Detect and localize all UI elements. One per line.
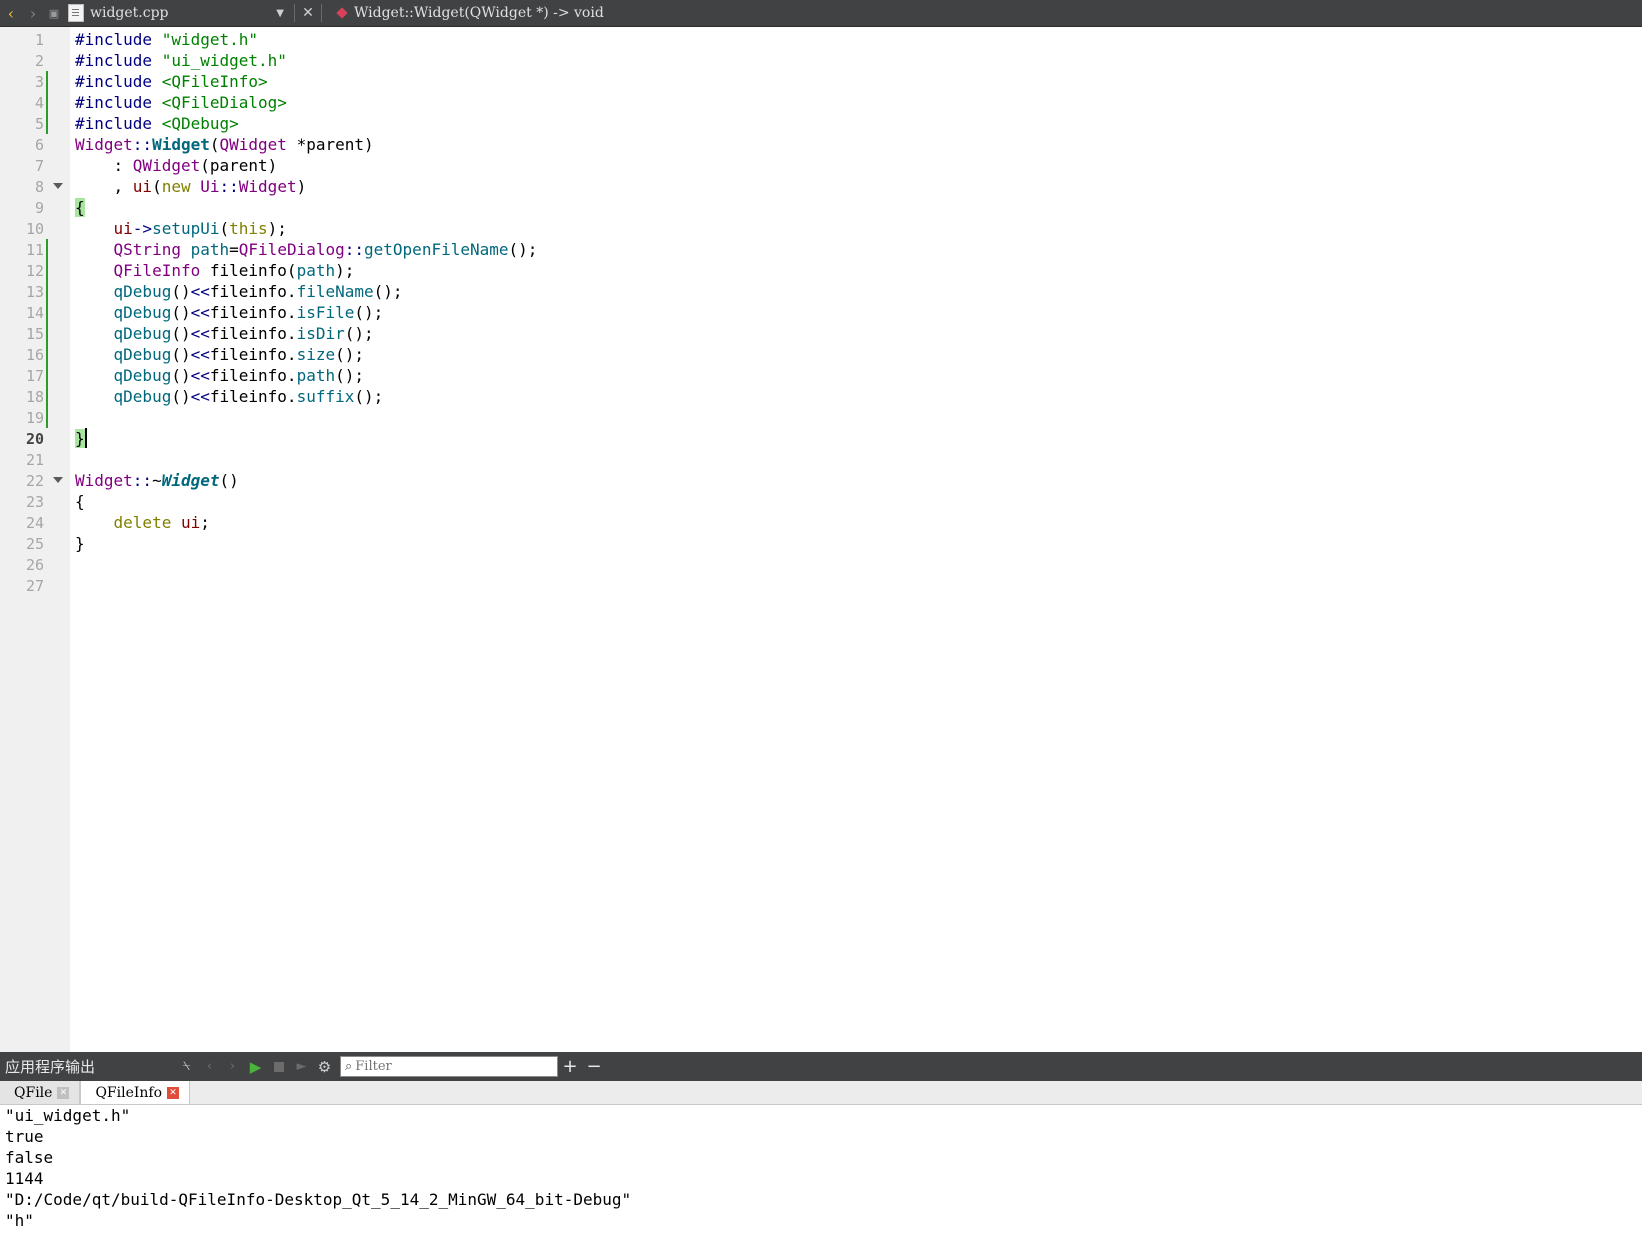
line-number: 9 xyxy=(34,199,44,217)
output-line: "ui_widget.h" xyxy=(5,1106,131,1125)
code-line: { xyxy=(75,198,85,217)
back-arrow-icon[interactable]: ‹ xyxy=(0,0,22,27)
dropdown-caret-icon: ▼ xyxy=(276,7,284,19)
close-tab-icon[interactable]: ✕ xyxy=(57,1086,70,1099)
line-number: 11 xyxy=(25,241,44,259)
clear-output-icon[interactable]: ⍀ xyxy=(175,1052,198,1081)
stop-icon[interactable] xyxy=(267,1052,290,1081)
output-line: "h" xyxy=(5,1211,34,1230)
code-line: , ui(new Ui::Widget) xyxy=(75,177,307,196)
line-number: 18 xyxy=(25,388,44,406)
tab-label: QFile xyxy=(14,1084,53,1101)
line-number: 12 xyxy=(25,262,44,280)
fold-arrow-icon[interactable] xyxy=(53,183,63,189)
zoom-in-button[interactable]: + xyxy=(558,1056,582,1077)
line-number-gutter: 1 2 3 4 5 6 7 8 9 10 11 12 13 14 15 16 1… xyxy=(0,27,70,1052)
code-line: QFileInfo fileinfo(path); xyxy=(113,261,355,280)
code-line: #include <QDebug> xyxy=(75,114,239,133)
line-number: 27 xyxy=(25,577,44,595)
run-icon[interactable]: ▶ xyxy=(244,1052,267,1081)
line-number: 8 xyxy=(34,178,44,196)
output-line: true xyxy=(5,1127,44,1146)
line-number: 2 xyxy=(34,52,44,70)
text-cursor xyxy=(84,428,87,448)
output-pane-toolbar: 应用程序输出 ⍀ ‹ › ▶ ► ⚙ ⌕ + − xyxy=(0,1052,1642,1081)
modified-lines-marker xyxy=(46,239,48,428)
file-icon xyxy=(68,4,84,22)
open-documents-dropdown[interactable]: widget.cpp ▼ xyxy=(90,0,290,27)
gear-icon[interactable]: ⚙ xyxy=(313,1052,336,1081)
output-tabs: QFile ✕ QFileInfo ✕ xyxy=(0,1081,1642,1105)
line-number: 19 xyxy=(25,409,44,427)
current-code-line: } xyxy=(75,428,87,448)
symbol-dropdown[interactable]: Widget::Widget(QWidget *) -> void xyxy=(332,5,604,21)
line-number: 7 xyxy=(34,157,44,175)
output-line: 1144 xyxy=(5,1169,44,1188)
code-line: delete ui; xyxy=(113,513,210,532)
function-signature-label: Widget::Widget(QWidget *) -> void xyxy=(354,5,604,21)
code-line: { xyxy=(75,492,85,511)
output-pane-title: 应用程序输出 xyxy=(5,1058,96,1076)
code-line: #include <QFileInfo> xyxy=(75,72,268,91)
line-number: 1 xyxy=(34,31,44,49)
line-number: 13 xyxy=(25,283,44,301)
line-number: 24 xyxy=(25,514,44,532)
close-tab-icon[interactable]: ✕ xyxy=(167,1086,180,1099)
toolbar-divider xyxy=(321,4,322,22)
code-line: qDebug()<<fileinfo.isFile(); xyxy=(113,303,384,322)
code-editor[interactable]: 1 2 3 4 5 6 7 8 9 10 11 12 13 14 15 16 1… xyxy=(0,27,1642,1052)
file-name-label: widget.cpp xyxy=(90,5,169,21)
line-number: 17 xyxy=(25,367,44,385)
line-number: 21 xyxy=(25,451,44,469)
code-line: qDebug()<<fileinfo.fileName(); xyxy=(113,282,403,301)
line-number: 3 xyxy=(34,73,44,91)
code-line: : QWidget(parent) xyxy=(75,156,278,175)
application-output-text[interactable]: "ui_widget.h" true false 1144 "D:/Code/q… xyxy=(0,1105,1642,1240)
editor-toolbar: ‹ › ▣ widget.cpp ▼ ✕ Widget::Widget(QWid… xyxy=(0,0,1642,27)
line-number: 25 xyxy=(25,535,44,553)
code-line: #include "widget.h" xyxy=(75,30,259,49)
code-line: #include <QFileDialog> xyxy=(75,93,287,112)
code-line: QString path=QFileDialog::getOpenFileNam… xyxy=(113,240,538,259)
line-number: 15 xyxy=(25,325,44,343)
code-line: qDebug()<<fileinfo.path(); xyxy=(113,366,364,385)
line-number: 4 xyxy=(34,94,44,112)
code-line: Widget::~Widget() xyxy=(75,471,239,490)
line-number: 14 xyxy=(25,304,44,322)
zoom-out-button[interactable]: − xyxy=(582,1056,606,1077)
previous-item-icon[interactable]: ‹ xyxy=(198,1052,221,1081)
function-symbol-icon xyxy=(336,7,348,19)
code-line: ui->setupUi(this); xyxy=(113,219,287,238)
next-item-icon[interactable]: › xyxy=(221,1052,244,1081)
filter-field[interactable]: ⌕ xyxy=(340,1056,558,1077)
code-line: qDebug()<<fileinfo.size(); xyxy=(113,345,364,364)
code-line: qDebug()<<fileinfo.suffix(); xyxy=(113,387,384,406)
forward-arrow-icon[interactable]: › xyxy=(22,0,44,27)
line-number: 10 xyxy=(25,220,44,238)
line-number: 5 xyxy=(34,115,44,133)
line-number: 26 xyxy=(25,556,44,574)
attach-debugger-icon[interactable]: ► xyxy=(290,1052,313,1081)
modified-lines-marker xyxy=(46,71,48,134)
line-number: 23 xyxy=(25,493,44,511)
lock-icon[interactable]: ▣ xyxy=(44,0,64,27)
code-line: } xyxy=(75,534,85,553)
line-number: 6 xyxy=(34,136,44,154)
line-number: 22 xyxy=(25,472,44,490)
code-line: qDebug()<<fileinfo.isDir(); xyxy=(113,324,374,343)
output-tab-qfileinfo[interactable]: QFileInfo ✕ xyxy=(80,1081,191,1104)
toolbar-divider xyxy=(294,4,295,22)
output-tab-qfile[interactable]: QFile ✕ xyxy=(0,1081,81,1104)
line-number: 16 xyxy=(25,346,44,364)
output-line: "D:/Code/qt/build-QFileInfo-Desktop_Qt_5… xyxy=(5,1190,632,1209)
code-line: Widget::Widget(QWidget *parent) xyxy=(75,135,374,154)
fold-arrow-icon[interactable] xyxy=(53,477,63,483)
output-line: false xyxy=(5,1148,54,1167)
tab-label: QFileInfo xyxy=(95,1084,163,1101)
search-icon: ⌕ xyxy=(345,1059,353,1074)
filter-input[interactable] xyxy=(355,1059,546,1074)
close-document-icon[interactable]: ✕ xyxy=(299,5,317,21)
current-line-number: 20 xyxy=(25,430,44,448)
code-line: #include "ui_widget.h" xyxy=(75,51,287,70)
